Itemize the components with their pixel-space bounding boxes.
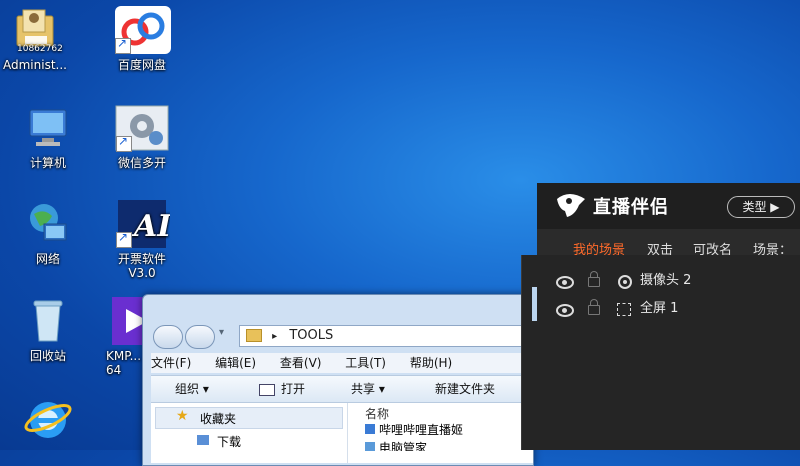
downloads-folder-icon bbox=[197, 435, 209, 445]
user-id-text: 10862762 bbox=[17, 44, 63, 54]
panel-header: 直播伴侣 类型 ▶ bbox=[537, 183, 800, 229]
internet-explorer-icon bbox=[24, 394, 72, 442]
file-row[interactable]: 电脑管家 bbox=[365, 439, 427, 451]
address-path: TOOLS bbox=[289, 328, 334, 343]
menu-file[interactable]: 文件(F) bbox=[151, 356, 191, 370]
shortcut-arrow-icon bbox=[116, 230, 132, 248]
menu-help[interactable]: 帮助(H) bbox=[410, 356, 452, 370]
scene-item-label: 全屏 1 bbox=[640, 301, 679, 316]
back-button[interactable] bbox=[153, 325, 183, 349]
new-folder-button[interactable]: 新建文件夹 bbox=[435, 376, 495, 402]
history-dropdown-icon[interactable]: ▾ bbox=[219, 327, 224, 338]
lock-icon[interactable] bbox=[588, 299, 600, 315]
desktop-icon-label: 网络 bbox=[35, 252, 60, 266]
downloads-item[interactable]: 下载 bbox=[155, 431, 341, 451]
recycle-bin-icon bbox=[24, 297, 72, 345]
desktop-icon-label: 回收站 bbox=[29, 349, 66, 363]
desktop-icon-label: 计算机 bbox=[29, 156, 66, 170]
open-button[interactable]: 打开 bbox=[259, 376, 305, 402]
file-name: 哔哩哔哩直播姬 bbox=[379, 423, 464, 435]
baidu-netdisk-icon bbox=[113, 6, 171, 54]
star-icon: ★ bbox=[176, 408, 189, 424]
forward-button[interactable] bbox=[185, 325, 215, 349]
folder-icon bbox=[246, 329, 262, 342]
scene-item-camera[interactable]: 摄像头 2 bbox=[522, 267, 800, 295]
desktop-icon-wechat-multi[interactable]: 微信多开 bbox=[97, 104, 187, 170]
downloads-label: 下载 bbox=[217, 435, 242, 449]
lock-icon[interactable] bbox=[588, 271, 600, 287]
desktop-icon-baidu-netdisk[interactable]: 百度网盘 bbox=[97, 6, 187, 72]
menu-bar: 文件(F) 编辑(E) 查看(V) 工具(T) 帮助(H) bbox=[151, 353, 531, 373]
shortcut-arrow-icon bbox=[115, 36, 131, 54]
desktop-icon-ie[interactable] bbox=[3, 394, 93, 446]
menu-tools[interactable]: 工具(T) bbox=[345, 356, 386, 370]
computer-icon bbox=[24, 104, 72, 152]
visibility-eye-icon[interactable] bbox=[556, 276, 574, 289]
scene-item-fullscreen[interactable]: 全屏 1 bbox=[522, 295, 800, 323]
address-bar[interactable]: ▸ TOOLS bbox=[239, 325, 541, 347]
invoice-app-icon: AI bbox=[114, 200, 172, 248]
navigation-pane: ★ 收藏夹 下载 bbox=[151, 403, 348, 463]
network-globe-icon bbox=[24, 200, 72, 248]
desktop-icon-label: 开票软件 V3.0 bbox=[117, 252, 166, 280]
open-label: 打开 bbox=[281, 382, 306, 396]
menu-edit[interactable]: 编辑(E) bbox=[215, 356, 256, 370]
breadcrumb-chevron-icon[interactable]: ▸ bbox=[272, 331, 277, 342]
visibility-eye-icon[interactable] bbox=[556, 304, 574, 317]
desktop-icon-network[interactable]: 网络 bbox=[3, 200, 93, 266]
fullscreen-capture-icon bbox=[617, 303, 631, 316]
navigation-row: ▾ ▸ TOOLS bbox=[143, 315, 541, 349]
user-folder-icon: 10862762 bbox=[11, 6, 63, 54]
window-icon bbox=[259, 383, 275, 396]
favorites-item[interactable]: ★ 收藏夹 bbox=[155, 407, 343, 429]
type-button[interactable]: 类型 ▶ bbox=[727, 196, 795, 218]
command-toolbar: 组织 ▾ 打开 共享 ▾ 新建文件夹 bbox=[151, 375, 533, 403]
scene-item-label: 摄像头 2 bbox=[640, 273, 692, 288]
menu-view[interactable]: 查看(V) bbox=[280, 356, 322, 370]
svg-text:AI: AI bbox=[131, 209, 170, 244]
desktop-icon-label: 微信多开 bbox=[117, 156, 166, 170]
desktop-icon-label: Administ... bbox=[3, 58, 67, 72]
share-button[interactable]: 共享 ▾ bbox=[351, 376, 385, 402]
brand-title: 直播伴侣 bbox=[593, 197, 669, 218]
camera-icon bbox=[618, 275, 632, 289]
content-panes: ★ 收藏夹 下载 名称 哔哩哔哩直播姬 电脑管家 bbox=[151, 403, 533, 463]
live-companion-logo-icon bbox=[557, 194, 585, 217]
gear-icon bbox=[114, 104, 170, 152]
desktop-icon-label: 百度网盘 bbox=[117, 58, 166, 72]
favorites-label: 收藏夹 bbox=[200, 412, 237, 426]
explorer-window: ▾ ▸ TOOLS 文件(F) 编辑(E) 查看(V) 工具(T) 帮助(H) … bbox=[142, 294, 541, 466]
column-header-name[interactable]: 名称 bbox=[365, 405, 389, 422]
file-list: 名称 哔哩哔哩直播姬 电脑管家 bbox=[351, 403, 533, 463]
scene-source-list: 摄像头 2 全屏 1 bbox=[521, 255, 800, 450]
desktop-icon-computer[interactable]: 计算机 bbox=[3, 104, 93, 170]
app-icon bbox=[365, 424, 375, 434]
organize-button[interactable]: 组织 ▾ bbox=[175, 376, 209, 402]
shortcut-arrow-icon bbox=[116, 134, 132, 152]
desktop-icon-administrator[interactable]: 10862762 Administ... bbox=[0, 6, 80, 72]
file-row[interactable]: 哔哩哔哩直播姬 bbox=[365, 421, 463, 435]
desktop-icon-invoice-software[interactable]: AI 开票软件 V3.0 bbox=[97, 200, 187, 280]
desktop-icon-recycle-bin[interactable]: 回收站 bbox=[3, 297, 93, 363]
